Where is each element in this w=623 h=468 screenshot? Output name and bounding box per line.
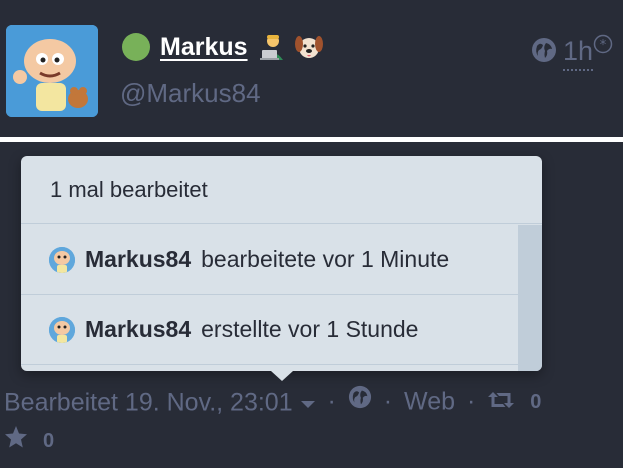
status-time-link[interactable]: 1h * <box>562 34 613 71</box>
reblogs-link[interactable]: 0 <box>487 387 541 415</box>
edit-history-action: erstellte vor 1 Stunde <box>201 316 419 342</box>
details-line: 0 <box>4 423 619 458</box>
avatar <box>49 316 75 343</box>
status-meta: 1h * <box>531 34 613 71</box>
edit-history-item[interactable]: Markus84 bearbeitete vor 1 Minute <box>21 225 518 295</box>
edit-history-user: Markus84 <box>85 316 192 342</box>
edit-history-user: Markus84 <box>85 246 192 272</box>
edit-history-dropdown: 1 mal bearbeitet Markus84 bearbeitete vo… <box>21 156 542 371</box>
favourites-link[interactable]: 0 <box>4 423 54 458</box>
display-name-row[interactable]: Markus <box>122 30 326 64</box>
dropdown-arrow <box>271 371 293 381</box>
favourite-count: 0 <box>42 430 55 453</box>
edit-history-header: 1 mal bearbeitet <box>21 156 542 224</box>
online-status-icon <box>122 33 150 61</box>
edit-history-list: Markus84 bearbeitete vor 1 Minute Markus… <box>21 225 518 365</box>
account-handle[interactable]: @Markus84 <box>120 78 261 109</box>
divider <box>0 137 623 142</box>
details-line: Bearbeitet 19. Nov., 23:01 · · Web · 0 <box>4 383 619 419</box>
globe-icon <box>348 384 372 418</box>
edited-asterisk-icon: * <box>593 30 613 61</box>
edit-history-action: bearbeitete vor 1 Minute <box>201 246 450 272</box>
status-details: Bearbeitet 19. Nov., 23:01 · · Web · 0 0 <box>4 383 619 458</box>
svg-text:*: * <box>600 38 607 53</box>
star-icon <box>4 424 28 458</box>
display-name[interactable]: Markus <box>156 33 254 62</box>
relative-time: 1h <box>562 36 593 66</box>
avatar-image <box>6 25 98 117</box>
dog-face-emoji-icon <box>294 32 326 62</box>
reblog-count: 0 <box>530 391 542 414</box>
technologist-emoji-icon <box>258 32 290 62</box>
separator: · <box>327 387 336 416</box>
retweet-icon <box>487 385 515 419</box>
dropdown-scrollbar[interactable] <box>518 225 542 371</box>
caret-down-icon <box>300 385 316 419</box>
edited-label: Bearbeitet 19. Nov., 23:01 <box>4 388 293 417</box>
avatar[interactable] <box>6 25 98 117</box>
separator: · <box>383 387 393 416</box>
edited-button[interactable]: Bearbeitet 19. Nov., 23:01 <box>4 387 323 417</box>
separator: · <box>466 387 476 416</box>
application-link[interactable]: Web <box>404 387 455 415</box>
status-header: Markus @Markus84 1h * <box>0 0 623 137</box>
globe-icon <box>531 37 557 70</box>
avatar <box>49 246 75 273</box>
edit-history-item[interactable]: Markus84 erstellte vor 1 Stunde <box>21 295 518 365</box>
